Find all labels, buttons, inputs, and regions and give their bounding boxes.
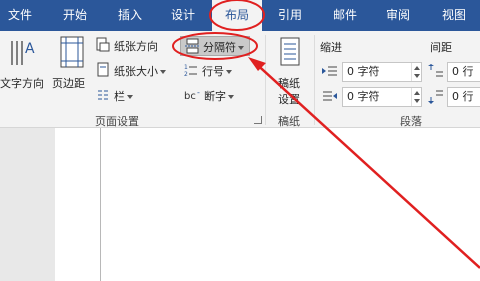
margins-icon bbox=[60, 36, 84, 68]
spacing-before-icon bbox=[428, 64, 443, 77]
draft-paper-icon bbox=[280, 37, 300, 66]
spacing-after-input[interactable]: 0 行 bbox=[447, 87, 480, 107]
tab-file[interactable]: 文件 bbox=[0, 0, 40, 31]
tab-review[interactable]: 审阅 bbox=[378, 0, 418, 31]
spacing-label: 间距 bbox=[430, 41, 452, 54]
columns-button[interactable]: 栏 bbox=[96, 87, 146, 105]
hyphenation-icon: bc - bbox=[184, 88, 200, 102]
text-direction-icon: A bbox=[11, 41, 35, 65]
spacing-after-icon bbox=[428, 90, 443, 104]
tab-design[interactable]: 设计 bbox=[163, 0, 203, 31]
paper-size-icon bbox=[97, 62, 109, 77]
draft-paper-label-line2: 设置 bbox=[278, 93, 300, 106]
group-separator bbox=[265, 35, 266, 125]
draft-paper-label-line1: 稿纸 bbox=[278, 77, 300, 90]
breaks-button[interactable]: 分隔符 bbox=[180, 36, 250, 56]
svg-text:A: A bbox=[25, 41, 35, 57]
tab-layout[interactable]: 布局 bbox=[212, 0, 262, 31]
svg-text:2: 2 bbox=[184, 71, 188, 78]
svg-text:1: 1 bbox=[184, 64, 188, 71]
document-canvas-background bbox=[0, 128, 55, 281]
breaks-dropdown-caret bbox=[238, 46, 244, 50]
text-direction-label: 文字方向 bbox=[0, 77, 44, 90]
margins-button[interactable]: 页边距 bbox=[50, 33, 92, 101]
hyphenation-dropdown-caret bbox=[228, 95, 234, 99]
indent-right-spinner[interactable] bbox=[411, 88, 421, 106]
breaks-label: 分隔符 bbox=[203, 39, 244, 55]
indent-right-input[interactable]: 0 字符 bbox=[342, 87, 422, 107]
tab-insert[interactable]: 插入 bbox=[110, 0, 150, 31]
indent-left-input[interactable]: 0 字符 bbox=[342, 62, 422, 82]
spacing-before-input[interactable]: 0 行 bbox=[447, 62, 480, 82]
line-numbers-icon: 1 2 bbox=[184, 64, 197, 78]
line-numbers-dropdown-caret bbox=[226, 70, 232, 74]
margin-guide-vertical bbox=[100, 128, 101, 281]
columns-dropdown-caret bbox=[127, 95, 133, 99]
draft-paper-button[interactable]: 稿纸 设置 bbox=[270, 35, 310, 107]
draft-group-label: 稿纸 bbox=[278, 115, 300, 128]
tab-references[interactable]: 引用 bbox=[270, 0, 310, 31]
size-dropdown-caret bbox=[160, 70, 166, 74]
ribbon-tab-bar: 文件 开始 插入 设计 布局 引用 邮件 审阅 视图 bbox=[0, 0, 480, 31]
document-page[interactable] bbox=[55, 128, 480, 281]
svg-text:bc: bc bbox=[184, 91, 196, 102]
text-direction-button[interactable]: A 文字方向 bbox=[0, 33, 46, 101]
hyphenation-label: 断字 bbox=[204, 88, 234, 104]
columns-label: 栏 bbox=[114, 88, 133, 104]
columns-icon bbox=[98, 90, 108, 100]
orientation-icon bbox=[96, 37, 110, 52]
indent-left-icon bbox=[322, 66, 337, 76]
paragraph-group-label: 段落 bbox=[400, 115, 422, 128]
page-setup-dialog-launcher[interactable] bbox=[254, 116, 262, 124]
size-label: 纸张大小 bbox=[114, 63, 166, 79]
ribbon-layout: A 文字方向 页边距 纸张方向 纸张大小 栏 分隔符 1 2 行号 bc - 断… bbox=[0, 31, 480, 128]
svg-text:-: - bbox=[197, 88, 200, 97]
breaks-icon bbox=[185, 38, 200, 54]
tab-home[interactable]: 开始 bbox=[55, 0, 95, 31]
indent-right-icon bbox=[323, 91, 337, 101]
orientation-label: 纸张方向 bbox=[114, 40, 158, 53]
page-setup-group-label: 页面设置 bbox=[95, 115, 139, 128]
line-numbers-label: 行号 bbox=[202, 63, 232, 79]
group-separator bbox=[314, 35, 315, 125]
tab-mailings[interactable]: 邮件 bbox=[325, 0, 365, 31]
hyphenation-button[interactable]: bc - 断字 bbox=[184, 87, 248, 105]
orientation-button[interactable]: 纸张方向 bbox=[96, 37, 174, 55]
size-button[interactable]: 纸张大小 bbox=[96, 62, 180, 80]
indent-label: 缩进 bbox=[320, 41, 342, 54]
line-numbers-button[interactable]: 1 2 行号 bbox=[184, 62, 248, 80]
indent-left-spinner[interactable] bbox=[411, 63, 421, 81]
margins-label: 页边距 bbox=[52, 77, 85, 90]
tab-view[interactable]: 视图 bbox=[432, 0, 476, 31]
